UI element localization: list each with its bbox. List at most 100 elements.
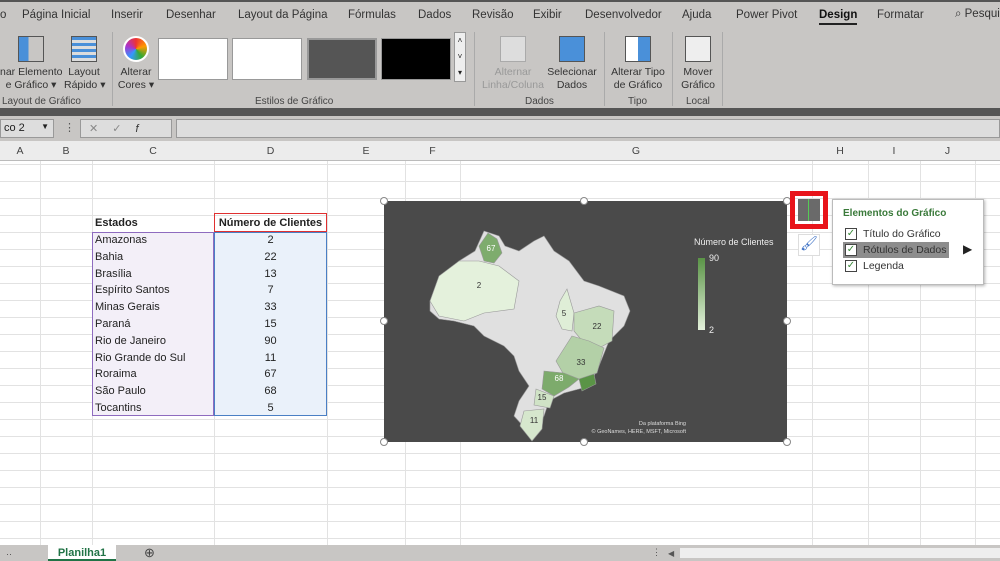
tab-2[interactable]: Inserir [111,9,143,21]
sheet-tab-planilha1[interactable]: Planilha1 [48,545,116,561]
column-header-A[interactable]: A [0,145,40,157]
chart-style-4[interactable] [381,38,451,80]
chart-style-2[interactable] [232,38,302,80]
add-sheet-icon[interactable]: ⊕ [144,545,155,561]
tab-5[interactable]: Fórmulas [348,9,396,21]
data-labels-option[interactable]: ✓ Rótulos de Dados [843,242,949,258]
cell-state[interactable]: Rio Grande do Sul [92,350,214,367]
search-box[interactable]: ⌕ Pesqui [955,8,1000,21]
tab-3[interactable]: Desenhar [166,9,216,21]
column-header-I[interactable]: I [868,145,920,157]
column-header-D[interactable]: D [214,145,327,157]
cell-value[interactable]: 11 [214,350,327,367]
cell-value[interactable]: 13 [214,266,327,283]
chart-title-option[interactable]: ✓ Título do Gráfico [843,226,949,242]
data-label: 68 [555,374,564,383]
attribution-copyright: © GeoNames, HERE, MSFT, Microsoft [591,429,686,435]
add-element-icon [18,36,44,62]
legend-option[interactable]: ✓ Legenda [843,258,949,274]
horizontal-scrollbar[interactable] [680,548,1000,558]
checkbox-checked[interactable]: ✓ [845,244,857,256]
move-chart-icon [685,36,711,62]
cell-state[interactable]: Tocantins [92,400,214,417]
cell-state[interactable]: Roraima [92,366,214,383]
change-colors-button[interactable]: Alterar Cores ▾ [116,34,156,92]
cancel-icon[interactable]: ✕ [89,123,112,135]
checkbox-checked[interactable]: ✓ [845,228,857,240]
tab-12[interactable]: Design [819,9,858,25]
tab-0[interactable]: o [0,9,6,21]
function-icon[interactable]: f [135,123,152,135]
cell-value[interactable]: 7 [214,282,327,299]
enter-icon[interactable]: ✓ [112,123,135,135]
move-chart-button[interactable]: Mover Gráfico [676,34,720,92]
region-rio-grande-do-sul [519,408,545,442]
submenu-arrow-icon[interactable]: ▶ [963,242,972,256]
scroll-left-icon[interactable]: ◀ [668,549,674,558]
tab-9[interactable]: Desenvolvedor [585,9,662,21]
tab-6[interactable]: Dados [418,9,451,21]
tab-4[interactable]: Layout da Página [238,9,328,21]
map-chart[interactable]: 2 67 5 22 33 68 15 11 Número de Clientes 90 2 D… [384,201,787,442]
tab-10[interactable]: Ajuda [682,9,711,21]
tab-7[interactable]: Revisão [472,9,514,21]
column-header-J[interactable]: J [920,145,975,157]
resize-handle[interactable] [580,197,588,205]
formula-input[interactable] [176,119,1000,138]
cell-state[interactable]: Paraná [92,316,214,333]
gridline [0,487,1000,488]
checkbox-checked[interactable]: ✓ [845,260,857,272]
gridline [0,538,1000,539]
cell-value[interactable]: 90 [214,333,327,350]
formula-buttons[interactable]: ✕✓f [80,119,172,138]
chart-styles-brush-icon[interactable]: 🖌 [798,234,820,256]
cell-value[interactable]: 5 [214,400,327,417]
cell-state[interactable]: Rio de Janeiro [92,333,214,350]
quick-layout-button[interactable]: Layout Rápido ▾ [64,34,105,92]
select-data-button[interactable]: Selecionar Dados [546,34,598,92]
change-chart-type-button[interactable]: Alterar Tipo de Gráfico [608,34,668,92]
cell-state[interactable]: Minas Gerais [92,299,214,316]
header-estados[interactable]: Estados [92,215,214,232]
tab-1[interactable]: Página Inicial [22,9,90,21]
column-headers: ABCDEFGHIJ [0,141,1000,161]
switch-row-column-button[interactable]: Alternar Linha/Coluna [480,34,546,92]
name-box[interactable]: co 2 ▼ [0,119,54,138]
cell-state[interactable]: Amazonas [92,232,214,249]
cell-state[interactable]: Espírito Santos [92,282,214,299]
column-header-B[interactable]: B [40,145,92,157]
scroll-tabs-icon[interactable]: ‥ [6,547,12,558]
column-header-E[interactable]: E [327,145,405,157]
tab-11[interactable]: Power Pivot [736,9,797,21]
chart-style-1[interactable] [158,38,228,80]
resize-handle[interactable] [580,438,588,446]
resize-handle[interactable] [783,317,791,325]
resize-handle[interactable] [380,197,388,205]
tab-8[interactable]: Exibir [533,9,562,21]
cell-state[interactable]: Brasília [92,266,214,283]
header-numero-clientes[interactable]: Número de Clientes [214,215,327,232]
quick-layout-icon [71,36,97,62]
gallery-scroll[interactable]: ˄ ˅ ▾ [454,32,466,82]
cell-value[interactable]: 22 [214,249,327,266]
resize-handle[interactable] [380,438,388,446]
cell-value[interactable]: 67 [214,366,327,383]
cell-value[interactable]: 15 [214,316,327,333]
resize-handle[interactable] [783,438,791,446]
cell-value[interactable]: 33 [214,299,327,316]
palette-icon [123,36,149,62]
add-chart-element-button[interactable]: nar Elemento e Gráfico ▾ [0,34,62,92]
cell-state[interactable]: Bahia [92,249,214,266]
chart-elements-button[interactable] [790,191,828,229]
chart-style-3-selected[interactable] [307,38,377,80]
column-header-F[interactable]: F [405,145,460,157]
cell-state[interactable]: São Paulo [92,383,214,400]
column-header-G[interactable]: G [460,145,812,157]
tab-13[interactable]: Formatar [877,9,924,21]
cell-value[interactable]: 2 [214,232,327,249]
resize-handle[interactable] [380,317,388,325]
column-header-H[interactable]: H [812,145,868,157]
column-header-C[interactable]: C [92,145,214,157]
cell-value[interactable]: 68 [214,383,327,400]
data-label: 11 [530,416,539,425]
